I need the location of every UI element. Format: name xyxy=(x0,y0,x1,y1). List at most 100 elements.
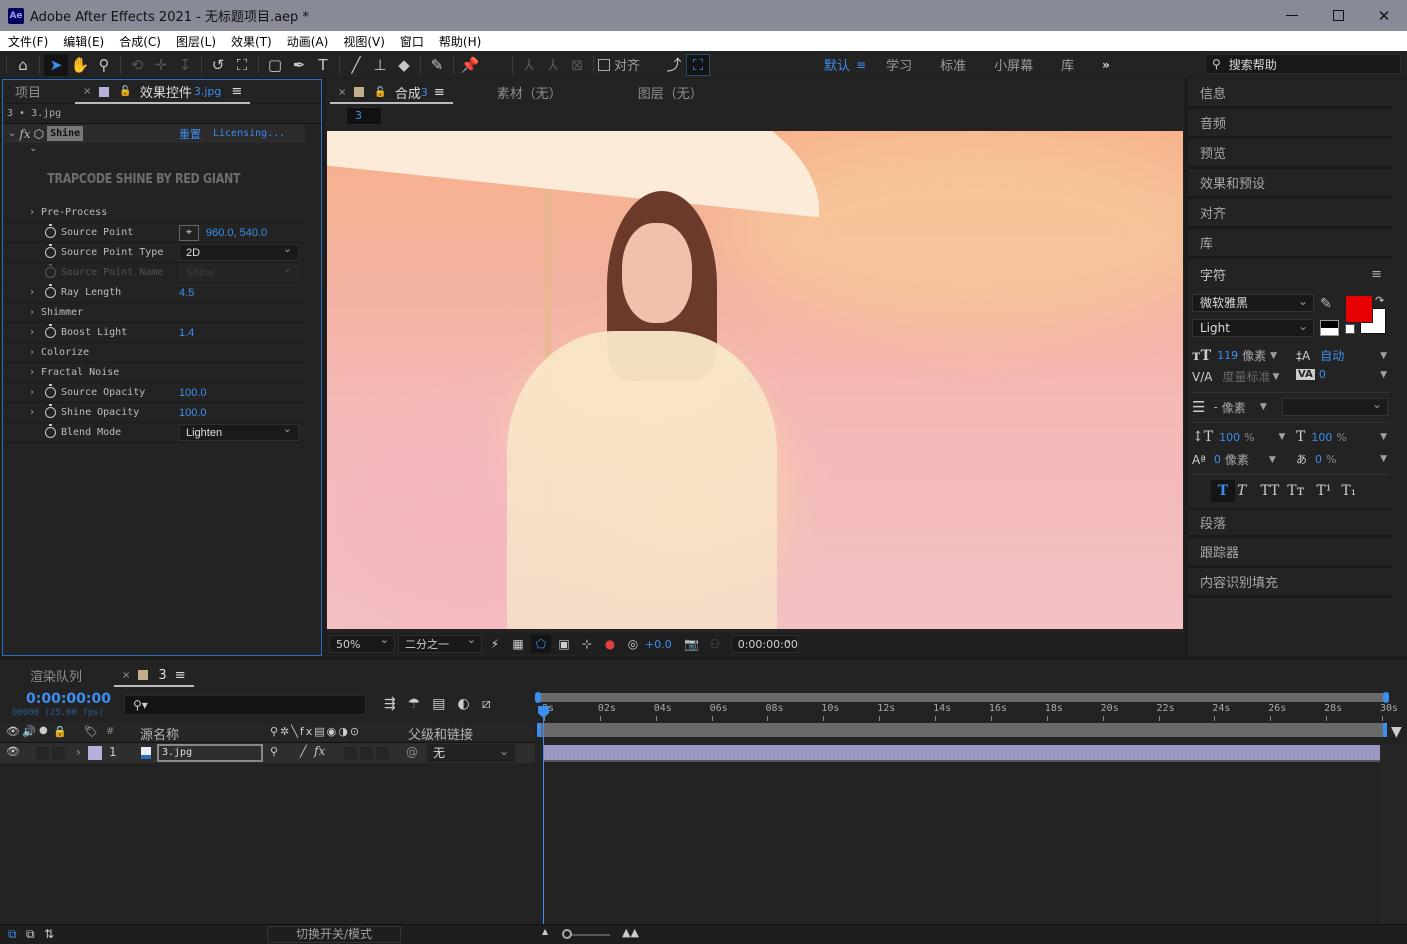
lock-icon[interactable]: 🔓 xyxy=(374,87,386,98)
comp-mini-flowchart-icon[interactable]: ⇶ xyxy=(384,696,396,712)
effects-switch-icon[interactable]: fx xyxy=(314,744,325,758)
panel-menu-icon[interactable]: ≡ xyxy=(175,668,186,683)
time-navigator[interactable] xyxy=(535,692,1389,703)
panel-tracker[interactable]: 跟踪器 xyxy=(1188,538,1392,568)
menu-composition[interactable]: 合成(C) xyxy=(111,33,168,50)
comp-marker-bin-icon[interactable]: ▼ xyxy=(1391,724,1402,740)
comp-flow-breadcrumb[interactable]: 3 xyxy=(346,107,382,125)
stopwatch-icon[interactable] xyxy=(45,284,56,298)
font-size-value[interactable]: 119 xyxy=(1217,349,1238,362)
close-tab-icon[interactable]: × xyxy=(83,86,91,97)
tracking-value[interactable]: 0 xyxy=(1319,368,1326,381)
workspace-menu-icon[interactable]: ≡ xyxy=(856,58,866,72)
pan-camera-icon[interactable]: ✛ xyxy=(149,54,173,76)
dropdown-arrow-icon[interactable]: ▼ xyxy=(1260,402,1267,412)
transfer-controls-pane-icon[interactable]: ⧉ xyxy=(26,927,35,942)
stopwatch-icon[interactable] xyxy=(45,324,56,338)
snap-toggle[interactable]: 对齐 xyxy=(598,55,640,74)
show-snapshot-icon[interactable]: ⚇ xyxy=(705,635,725,653)
leading-value[interactable]: 自动 xyxy=(1320,347,1344,364)
all-caps-button[interactable]: TT xyxy=(1260,483,1279,499)
tab-timeline-comp[interactable]: × 3 ≡ xyxy=(114,663,194,687)
snap-extents-icon[interactable]: ⛶ xyxy=(686,53,711,76)
lock-toggle-icon[interactable]: 🔒 xyxy=(53,725,67,738)
layer-switches-pane-icon[interactable]: ⧉ xyxy=(8,927,17,942)
menu-help[interactable]: 帮助(H) xyxy=(431,33,488,50)
baseline-shift-value[interactable]: 0 xyxy=(1214,453,1221,466)
audio-toggle-icon[interactable]: 🔊 xyxy=(22,725,36,738)
workspace-learn[interactable]: 学习 xyxy=(886,55,912,74)
navigator-start-handle[interactable] xyxy=(535,692,541,703)
property-shimmer[interactable]: › Shimmer xyxy=(3,303,305,323)
black-white-swatch[interactable] xyxy=(1320,320,1339,336)
expand-chevron-icon[interactable]: › xyxy=(29,207,35,218)
superscript-button[interactable]: T¹ xyxy=(1316,483,1331,499)
dropdown-arrow-icon[interactable]: ▼ xyxy=(1380,432,1387,442)
current-time-timecode[interactable]: 0:00:00:00 xyxy=(26,691,111,707)
graph-editor-icon[interactable]: ⧄ xyxy=(482,696,491,712)
work-area-bar[interactable] xyxy=(537,723,1387,737)
lock-icon[interactable]: 🔓 xyxy=(119,86,131,97)
subscript-button[interactable]: T₁ xyxy=(1341,483,1356,499)
safe-margins-icon[interactable]: ▣ xyxy=(554,635,574,653)
property-shine-opacity[interactable]: › Shine Opacity 100.0 xyxy=(3,403,305,423)
eye-visibility-icon[interactable]: 👁 xyxy=(6,745,20,758)
world-axis-icon[interactable]: ⅄ xyxy=(541,54,565,76)
menu-animation[interactable]: 动画(A) xyxy=(279,33,336,50)
composition-viewer[interactable]: ✧ xyxy=(327,131,1183,629)
boost-light-value[interactable]: 1.4 xyxy=(179,327,194,339)
parent-dropdown[interactable]: 无 ⌄ xyxy=(427,744,515,762)
tab-render-queue[interactable]: 渲染队列 xyxy=(22,663,90,687)
panel-menu-icon[interactable]: ≡ xyxy=(231,84,242,99)
tab-effect-controls[interactable]: × 🔓 效果控件 3.jpg ≡ xyxy=(75,80,251,104)
rotate-tool-icon[interactable]: ↺ xyxy=(206,54,230,76)
panel-align[interactable]: 对齐 xyxy=(1188,199,1392,229)
tsume-value[interactable]: 0 xyxy=(1315,453,1322,466)
type-tool-icon[interactable]: T xyxy=(311,54,335,76)
pick-whip-icon[interactable]: @ xyxy=(406,745,418,759)
snap-options-icon[interactable]: ⤴ xyxy=(662,54,686,76)
frame-blend-switch[interactable] xyxy=(344,747,357,760)
menu-edit[interactable]: 编辑(E) xyxy=(55,33,111,50)
selection-tool-icon[interactable]: ➤ xyxy=(44,53,68,76)
maximize-button[interactable] xyxy=(1315,0,1361,31)
time-ruler[interactable]: 0s02s04s06s08s10s12s14s16s18s20s22s24s26… xyxy=(540,703,1398,721)
expand-chevron-icon[interactable]: ⌄ xyxy=(3,143,321,159)
local-axis-icon[interactable]: ⅄ xyxy=(517,54,541,76)
toggle-switches-modes-button[interactable]: 切换开关/模式 xyxy=(267,926,401,943)
orbit-camera-icon[interactable]: ⟲ xyxy=(125,54,149,76)
vertical-scale-value[interactable]: 100 xyxy=(1219,431,1240,444)
source-point-type-dropdown[interactable]: 2D xyxy=(179,242,299,261)
expand-chevron-icon[interactable]: › xyxy=(29,287,35,298)
fx-icon[interactable]: fx xyxy=(19,127,30,141)
collapse-chevron-icon[interactable]: ⌄ xyxy=(8,128,16,139)
puppet-pin-icon[interactable]: 📌 xyxy=(458,54,482,76)
hand-tool-icon[interactable]: ✋ xyxy=(68,54,92,76)
panel-libraries[interactable]: 库 xyxy=(1188,229,1392,259)
layer-label-color[interactable] xyxy=(88,746,102,760)
expand-chevron-icon[interactable]: › xyxy=(29,367,35,378)
property-source-point[interactable]: Source Point ⌖ 960.0, 540.0 xyxy=(3,223,305,243)
panel-paragraph[interactable]: 段落 xyxy=(1188,508,1392,538)
dropdown-arrow-icon[interactable]: ▼ xyxy=(1380,351,1387,361)
property-source-opacity[interactable]: › Source Opacity 100.0 xyxy=(3,383,305,403)
brush-tool-icon[interactable]: ╱ xyxy=(344,54,368,76)
table-row[interactable]: 👁 › 1 3.jpg ⚲ ╱ fx @ 无 ⌄ xyxy=(0,743,535,763)
home-icon[interactable]: ⌂ xyxy=(11,54,35,76)
solo-toggle-icon[interactable]: ● xyxy=(39,725,48,736)
magnification-dropdown[interactable]: 50% xyxy=(329,633,395,653)
navigator-end-handle[interactable] xyxy=(1383,692,1389,703)
panel-content-aware-fill[interactable]: 内容识别填充 xyxy=(1188,568,1392,598)
menu-window[interactable]: 窗口 xyxy=(392,33,431,50)
menu-effect[interactable]: 效果(T) xyxy=(223,33,279,50)
snap-checkbox[interactable] xyxy=(598,58,610,71)
dolly-camera-icon[interactable]: ↧ xyxy=(173,54,197,76)
zoom-tool-icon[interactable]: ⚲ xyxy=(92,54,116,76)
solo-switch[interactable] xyxy=(52,747,65,760)
help-search-input[interactable]: ⚲ 搜索帮助 xyxy=(1205,54,1401,74)
shine-opacity-value[interactable]: 100.0 xyxy=(179,407,207,419)
quality-switch-icon[interactable]: ╱ xyxy=(300,745,307,758)
property-blend-mode[interactable]: Blend Mode Lighten xyxy=(3,422,305,443)
stroke-type-dropdown[interactable]: ⌄ xyxy=(1282,397,1388,416)
work-area-end[interactable] xyxy=(1383,723,1387,737)
